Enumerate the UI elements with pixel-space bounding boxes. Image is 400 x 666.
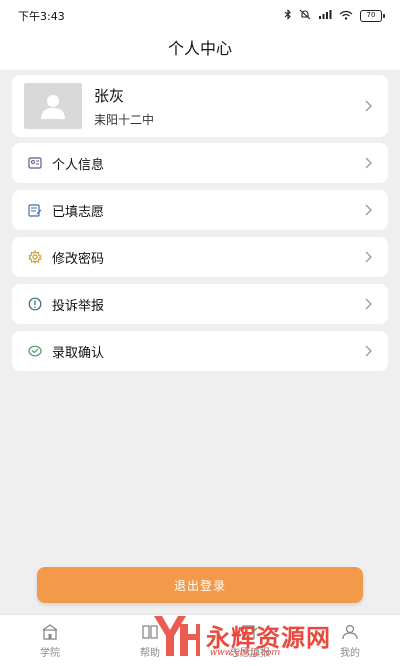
- school-icon: [40, 622, 60, 642]
- tab-label: 学院: [40, 648, 60, 659]
- status-bar: 下午3:43 70: [0, 0, 400, 32]
- battery-icon: 70: [360, 10, 385, 22]
- profile-text: 张灰 耒阳十二中: [94, 85, 354, 128]
- menu-item-label: 个人信息: [52, 157, 105, 173]
- chevron-right-icon: [362, 297, 376, 311]
- form-list-icon: [26, 201, 44, 219]
- menu-item-label: 投诉举报: [52, 298, 105, 314]
- menu-item-label: 已填志愿: [52, 204, 105, 220]
- chevron-right-icon: [362, 344, 376, 358]
- chevron-right-icon: [362, 203, 376, 217]
- menu-item-change-password[interactable]: 修改密码: [12, 237, 388, 277]
- watermark: 永辉资源网 www.yhkjjj.com: [150, 606, 390, 664]
- menu-item-personal-info[interactable]: 个人信息: [12, 143, 388, 183]
- logout-button[interactable]: 退出登录: [37, 567, 363, 603]
- info-circle-icon: [26, 295, 44, 313]
- avatar: [24, 83, 82, 129]
- menu-item-filled-choices[interactable]: 已填志愿: [12, 190, 388, 230]
- watermark-url: www.yhkjjj.com: [210, 648, 281, 658]
- bluetooth-icon: [284, 9, 292, 23]
- gear-icon: [26, 248, 44, 266]
- menu-item-admission-confirm[interactable]: 录取确认: [12, 331, 388, 371]
- chevron-right-icon: [362, 250, 376, 264]
- watermark-logo-icon: [154, 616, 200, 656]
- profile-name: 张灰: [94, 86, 125, 105]
- profile-school: 耒阳十二中: [94, 112, 155, 127]
- menu-item-label: 录取确认: [52, 345, 105, 361]
- mute-icon: [299, 9, 311, 23]
- check-circle-icon: [26, 342, 44, 360]
- menu-item-complaint[interactable]: 投诉举报: [12, 284, 388, 324]
- menu-item-label: 修改密码: [52, 251, 105, 267]
- chevron-right-icon: [362, 156, 376, 170]
- status-icons: 70: [284, 9, 385, 23]
- id-card-icon: [26, 154, 44, 172]
- tab-school[interactable]: 学院: [0, 615, 100, 666]
- profile-card[interactable]: 张灰 耒阳十二中: [12, 75, 388, 137]
- wifi-icon: [339, 10, 353, 23]
- page-title: 个人中心: [0, 32, 400, 66]
- chevron-right-icon: [362, 99, 376, 113]
- user-placeholder-icon: [41, 95, 65, 119]
- status-time: 下午3:43: [18, 10, 65, 23]
- signal-icon: [318, 9, 332, 23]
